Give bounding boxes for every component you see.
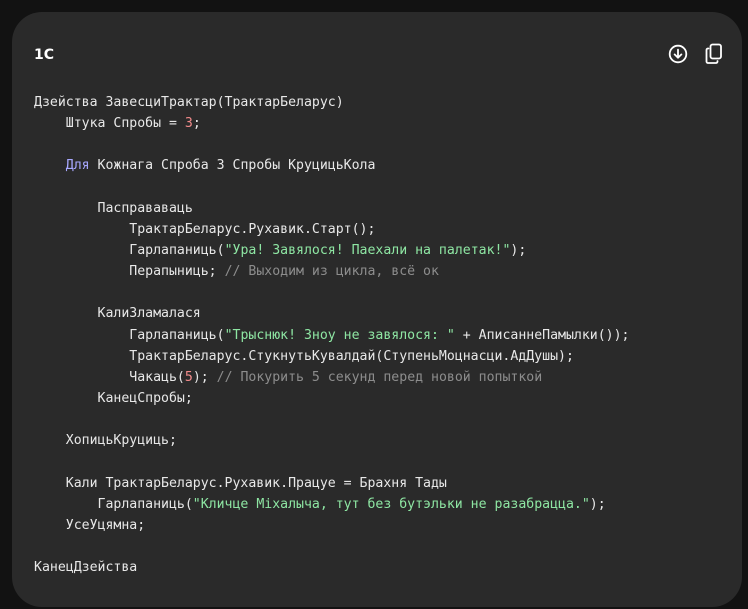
- code-token-string: "Ура! Завялося! Паехали на палетак!": [224, 242, 511, 258]
- code-token-text: Кали ТрактарБеларус.Рухавик.Працуе = Бра…: [34, 475, 447, 491]
- code-content: Дзейства ЗавесциТрактар(ТрактарБеларус) …: [34, 92, 629, 578]
- code-token-text: ТрактарБеларус.Рухавик.Старт();: [34, 221, 376, 237]
- code-token-comment: // Покурить 5 секунд перед новой попытко…: [216, 369, 543, 385]
- code-token-text: ХопицьКруциць;: [34, 433, 177, 449]
- code-block-actions: [668, 43, 724, 65]
- code-line: Гарлапаниць("Кличце Міхалыча, тут без бу…: [34, 494, 629, 515]
- code-block: 1C Дзейства ЗавесциТрактар(ТрактарБелару…: [12, 12, 742, 607]
- code-line: Дзейства ЗавесциТрактар(ТрактарБеларус): [34, 92, 629, 113]
- code-line: Пасправаваць: [34, 198, 629, 219]
- language-label: 1C: [34, 47, 55, 63]
- code-token-text: КанецДзейства: [34, 560, 138, 576]
- code-line: Для Кожнага Спроба 3 Спробы КруцицьКола: [34, 155, 629, 176]
- copy-button[interactable]: [704, 43, 724, 65]
- code-token-text: Гарлапаниць(: [34, 242, 225, 258]
- code-line: ХопицьКруциць;: [34, 430, 629, 451]
- code-line: Перапыниць; // Выходим из цикла, всё ок: [34, 261, 629, 282]
- code-line: ТрактарБеларус.СтукнутьКувалдай(СтупеньМ…: [34, 346, 629, 367]
- code-line: Гарлапаниць("Трыснюк! Зноу не завялося: …: [34, 325, 629, 346]
- code-line: Гарлапаниць("Ура! Завялося! Паехали на п…: [34, 240, 629, 261]
- code-token-comment: // Выходим из цикла, всё ок: [224, 264, 439, 280]
- code-token-text: ТрактарБеларус.СтукнутьКувалдай(СтупеньМ…: [34, 348, 574, 364]
- code-token-keyword: Для: [65, 158, 90, 174]
- download-icon: [668, 44, 688, 64]
- code-line: КанецСпробы;: [34, 388, 629, 409]
- code-token-text: );: [589, 496, 606, 512]
- code-line: Чакаць(5); // Покурить 5 секунд перед но…: [34, 367, 629, 388]
- code-token-text: ;: [192, 116, 201, 132]
- code-token-text: Гарлапаниць(: [34, 496, 193, 512]
- code-token-number: 3: [184, 116, 193, 132]
- code-token-text: Перапыниць;: [34, 264, 225, 280]
- code-token-text: Штука Спробы =: [34, 116, 185, 132]
- code-token-string: "Кличце Міхалыча, тут без бутэльки не ра…: [192, 496, 590, 512]
- code-line: КалиЗламалася: [34, 303, 629, 324]
- download-button[interactable]: [668, 43, 688, 65]
- code-line: Штука Спробы = 3;: [34, 113, 629, 134]
- code-token-number: 5: [184, 369, 193, 385]
- code-line: КанецДзейства: [34, 557, 629, 578]
- code-token-text: Дзейства ЗавесциТрактар(ТрактарБеларус): [34, 95, 344, 110]
- code-token-text: КанецСпробы;: [34, 390, 193, 406]
- code-token-text: Пасправаваць: [34, 200, 193, 216]
- code-line: Кали ТрактарБеларус.Рухавик.Працуе = Бра…: [34, 473, 629, 494]
- code-token-text: УсеУцямна;: [34, 517, 146, 533]
- code-block-header: 1C: [34, 43, 724, 67]
- code-token-text: Гарлапаниць(: [34, 327, 225, 343]
- code-token-text: Чакаць(: [34, 369, 185, 385]
- code-token-string: "Трыснюк! Зноу не завялося: ": [224, 327, 455, 343]
- code-token-text: КалиЗламалася: [34, 306, 201, 322]
- copy-icon: [705, 43, 722, 64]
- code-token-text: );: [192, 369, 217, 385]
- code-line: ТрактарБеларус.Рухавик.Старт();: [34, 219, 629, 240]
- code-token-text: );: [510, 242, 527, 258]
- code-line: УсеУцямна;: [34, 515, 629, 536]
- code-token-text: + АписаннеПамылки());: [454, 327, 630, 343]
- code-token-text: Кожнага Спроба 3 Спробы КруцицьКола: [89, 158, 376, 174]
